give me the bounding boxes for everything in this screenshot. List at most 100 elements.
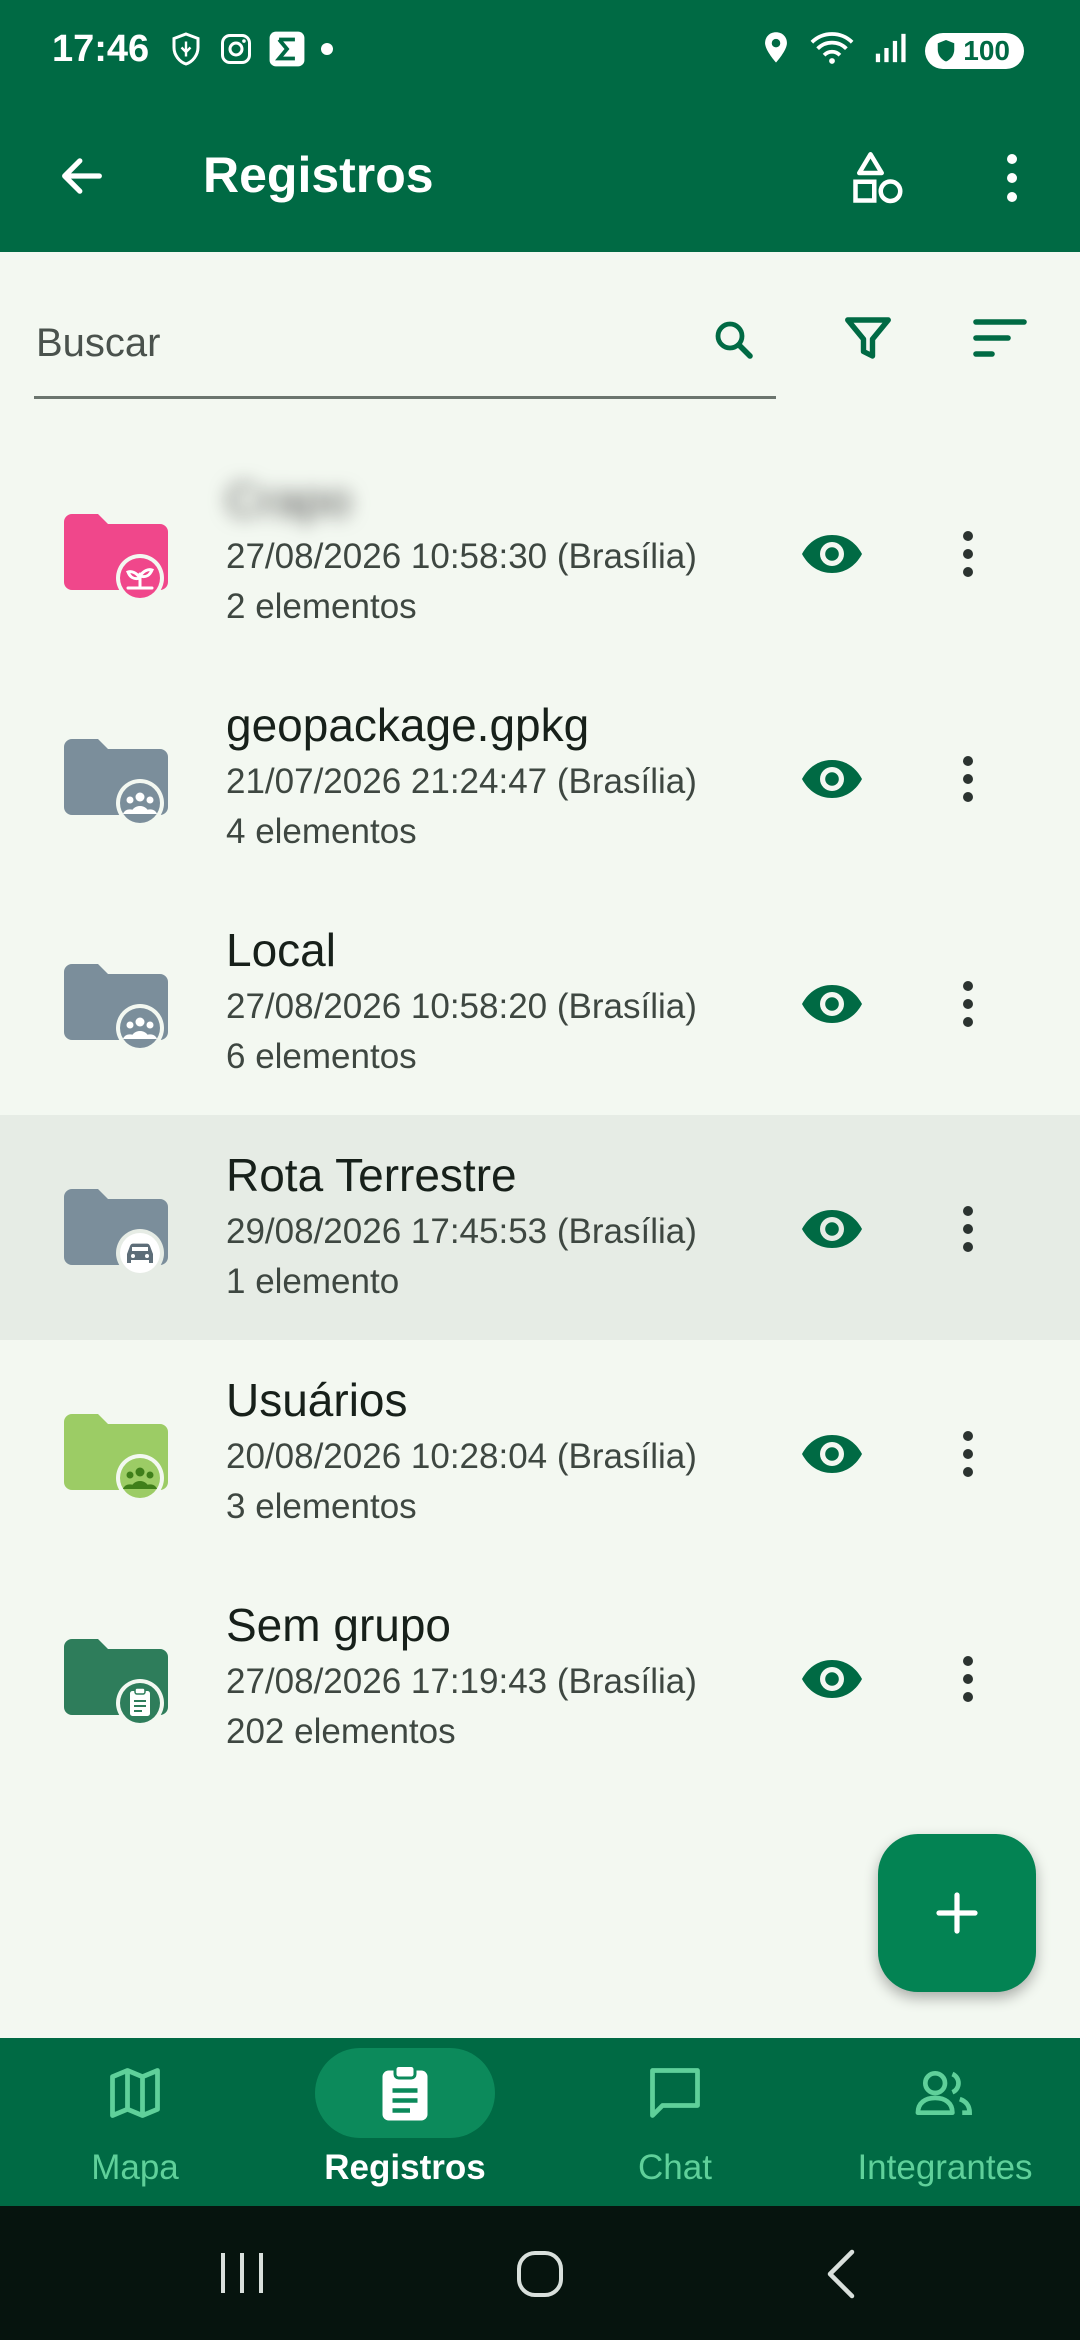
layer-count: 4 elementos (226, 812, 417, 851)
more-vert-icon (963, 1206, 973, 1252)
folder-icon (64, 1414, 168, 1502)
eye-icon (802, 760, 862, 798)
chat-icon (650, 2068, 700, 2118)
instagram-icon (218, 31, 254, 72)
layer-date: 27/08/2026 10:58:30 (Brasília) (226, 537, 697, 576)
layer-count: 2 elementos (226, 587, 417, 626)
battery-level: 100 (963, 34, 1010, 66)
nav-item-integrantes[interactable]: Integrantes (810, 2038, 1080, 2206)
visibility-toggle[interactable] (796, 1418, 868, 1490)
wifi-icon (809, 30, 855, 71)
list-item[interactable]: Sem grupo 27/08/2026 17:19:43 (Brasília)… (0, 1565, 1080, 1790)
layer-date: 27/08/2026 17:19:43 (Brasília) (226, 1662, 697, 1701)
eye-icon (802, 1210, 862, 1248)
visibility-toggle[interactable] (796, 518, 868, 590)
more-vert-icon (963, 1656, 973, 1702)
item-more-button[interactable] (940, 518, 996, 590)
folder-icon (64, 514, 168, 602)
filter-button[interactable] (834, 304, 902, 372)
eye-icon (802, 985, 862, 1023)
layer-count: 1 elemento (226, 1262, 400, 1301)
page-title: Registros (203, 147, 434, 203)
folder-icon (64, 739, 168, 827)
clipboard-icon (130, 1687, 150, 1716)
eye-icon (802, 1660, 862, 1698)
home-button[interactable] (508, 2242, 572, 2306)
search-field (34, 290, 776, 399)
more-options-button[interactable] (982, 142, 1042, 214)
more-vert-icon (1007, 154, 1017, 202)
status-bar: 17:46 100 (0, 0, 1080, 100)
nav-item-mapa[interactable]: Mapa (0, 2038, 270, 2206)
list-item[interactable]: Usuários 20/08/2026 10:28:04 (Brasília) … (0, 1340, 1080, 1565)
search-button[interactable] (704, 310, 764, 370)
bottom-navigation: Mapa Registros Chat Integrantes (0, 2038, 1080, 2206)
more-vert-icon (963, 1431, 973, 1477)
more-vert-icon (963, 981, 973, 1027)
folder-icon (64, 1639, 168, 1727)
dot-icon (320, 42, 334, 61)
system-back-button[interactable] (810, 2242, 874, 2306)
status-time: 17:46 (52, 28, 150, 70)
list-item[interactable]: Local 27/08/2026 10:58:20 (Brasília) 6 e… (0, 890, 1080, 1115)
eye-icon (802, 535, 862, 573)
visibility-toggle[interactable] (796, 743, 868, 815)
people-icon (915, 2070, 972, 2116)
folder-icon (64, 1189, 168, 1277)
layer-date: 20/08/2026 10:28:04 (Brasília) (226, 1437, 697, 1476)
shapes-icon (853, 152, 903, 204)
system-navigation-bar (0, 2206, 1080, 2340)
list-item[interactable]: Crapo 27/08/2026 10:58:30 (Brasília) 2 e… (0, 440, 1080, 665)
item-more-button[interactable] (940, 743, 996, 815)
visibility-toggle[interactable] (796, 1643, 868, 1715)
layer-name: Usuários (226, 1374, 408, 1426)
layer-name: geopackage.gpkg (226, 699, 590, 751)
item-more-button[interactable] (940, 968, 996, 1040)
system-status-icons: 100 (761, 30, 1024, 71)
layer-name: Sem grupo (226, 1599, 452, 1651)
layer-name: Local (226, 924, 336, 976)
battery-icon: 100 (925, 32, 1024, 69)
recents-button[interactable] (210, 2248, 274, 2298)
add-button[interactable] (878, 1834, 1036, 1992)
map-icon (110, 2068, 160, 2118)
nav-item-registros[interactable]: Registros (270, 2038, 540, 2206)
nav-label: Mapa (91, 2148, 179, 2187)
item-more-button[interactable] (940, 1643, 996, 1715)
more-vert-icon (963, 531, 973, 577)
signal-icon (873, 31, 907, 70)
sigma-icon (268, 30, 306, 73)
chevron-back-icon (827, 2249, 855, 2299)
eye-icon (802, 1435, 862, 1473)
visibility-toggle[interactable] (796, 1193, 868, 1265)
nav-item-chat[interactable]: Chat (540, 2038, 810, 2206)
notification-icons (168, 30, 334, 73)
sort-button[interactable] (966, 304, 1034, 372)
shield-leaf-icon (168, 31, 204, 72)
list-item[interactable]: Rota Terrestre 29/08/2026 17:45:53 (Bras… (0, 1115, 1080, 1340)
list-item[interactable]: geopackage.gpkg 21/07/2026 21:24:47 (Bra… (0, 665, 1080, 890)
app-bar: Registros (0, 100, 1080, 252)
layer-name: Crapo (226, 474, 352, 526)
search-input[interactable] (34, 314, 678, 372)
recents-icon (221, 2253, 263, 2293)
home-icon (517, 2251, 563, 2297)
location-icon (761, 31, 791, 70)
folder-icon (64, 964, 168, 1052)
layer-name: Rota Terrestre (226, 1149, 517, 1201)
shapes-button[interactable] (842, 142, 914, 214)
item-more-button[interactable] (940, 1193, 996, 1265)
layer-count: 3 elementos (226, 1487, 417, 1526)
nav-label: Integrantes (857, 2148, 1033, 2187)
nav-label: Registros (324, 2148, 486, 2187)
nav-label: Chat (638, 2148, 712, 2187)
layer-date: 27/08/2026 10:58:20 (Brasília) (226, 987, 697, 1026)
plus-icon (936, 1892, 978, 1934)
back-button[interactable] (50, 144, 114, 208)
visibility-toggle[interactable] (796, 968, 868, 1040)
filter-icon (845, 317, 891, 359)
more-vert-icon (963, 756, 973, 802)
item-more-button[interactable] (940, 1418, 996, 1490)
sort-icon (973, 319, 1027, 357)
layer-date: 21/07/2026 21:24:47 (Brasília) (226, 762, 697, 801)
